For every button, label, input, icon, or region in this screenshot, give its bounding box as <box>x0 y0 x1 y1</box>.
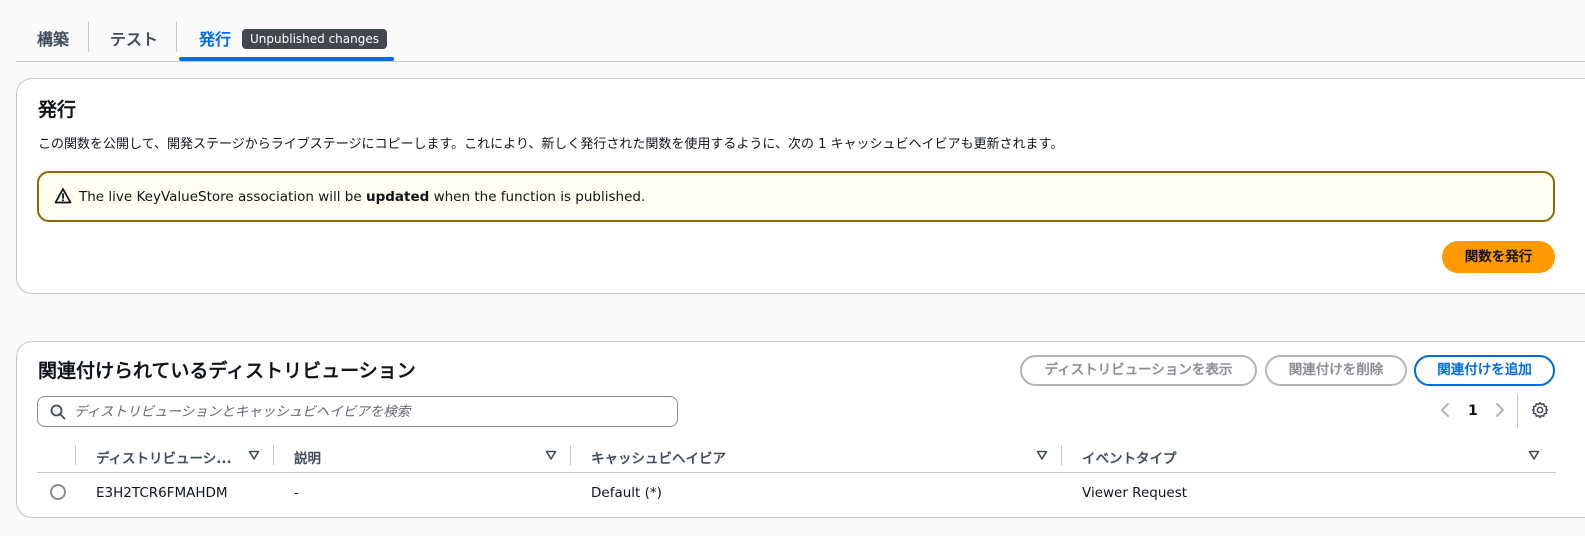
view-distribution-button[interactable]: ディストリビューションを表示 <box>1020 355 1257 386</box>
cell-cache-behavior: Default (*) <box>591 485 662 501</box>
settings-icon[interactable] <box>1531 401 1549 419</box>
column-divider <box>273 445 274 465</box>
distributions-title: 関連付けられているディストリビューション <box>38 360 416 382</box>
active-tab-indicator <box>179 57 394 61</box>
chevron-right-icon[interactable] <box>1494 402 1506 418</box>
sort-caret-icon[interactable] <box>248 449 260 461</box>
publish-description: この関数を公開して、開発ステージからライブステージにコピーします。これにより、新… <box>38 137 1064 152</box>
column-divider <box>570 445 571 465</box>
tab-build[interactable]: 構築 <box>37 26 69 50</box>
sort-caret-icon[interactable] <box>545 449 557 461</box>
column-header-description[interactable]: 説明 <box>294 447 321 467</box>
cell-distribution-id: E3H2TCR6FMAHDM <box>96 485 228 501</box>
publish-panel: 発行 この関数を公開して、開発ステージからライブステージにコピーします。これによ… <box>16 78 1585 294</box>
add-association-button[interactable]: 関連付けを追加 <box>1414 355 1555 386</box>
current-page[interactable]: 1 <box>1468 403 1478 419</box>
sort-caret-icon[interactable] <box>1036 449 1048 461</box>
row-select-radio[interactable] <box>50 484 66 500</box>
table-row[interactable]: E3H2TCR6FMAHDM - Default (*) Viewer Requ… <box>37 473 1556 513</box>
warning-alert: The live KeyValueStore association will … <box>37 171 1555 222</box>
unpublished-badge: Unpublished changes <box>242 29 387 49</box>
cell-description: - <box>294 485 299 501</box>
publish-function-button[interactable]: 関数を発行 <box>1442 241 1555 273</box>
tab-divider <box>176 22 177 52</box>
column-header-event-type[interactable]: イベントタイプ <box>1082 447 1177 467</box>
remove-association-button[interactable]: 関連付けを削除 <box>1265 355 1407 386</box>
column-divider <box>75 445 76 465</box>
search-input[interactable] <box>74 401 669 422</box>
column-header-cache-behavior[interactable]: キャッシュビヘイビア <box>591 447 726 467</box>
chevron-left-icon[interactable] <box>1439 402 1451 418</box>
publish-title: 発行 <box>38 99 77 121</box>
pager-divider <box>1517 394 1518 428</box>
search-icon <box>50 404 66 420</box>
tab-bar: 構築 テスト 発行 Unpublished changes <box>16 0 1585 62</box>
sort-caret-icon[interactable] <box>1528 449 1540 461</box>
tab-publish[interactable]: 発行 <box>199 26 231 50</box>
cell-event-type: Viewer Request <box>1082 485 1188 501</box>
associated-distributions-panel: 関連付けられているディストリビューション ディストリビューションを表示 関連付け… <box>16 341 1585 518</box>
tab-divider <box>88 22 89 52</box>
tab-test[interactable]: テスト <box>110 26 158 50</box>
search-box[interactable] <box>37 396 678 427</box>
column-divider <box>1061 445 1062 465</box>
table-header: ディストリビューシ... 説明 キャッシュビヘイビア イベントタイプ <box>37 439 1556 473</box>
column-header-distribution[interactable]: ディストリビューシ... <box>96 447 232 467</box>
warning-text: The live KeyValueStore association will … <box>79 189 646 205</box>
warning-icon <box>54 188 72 204</box>
